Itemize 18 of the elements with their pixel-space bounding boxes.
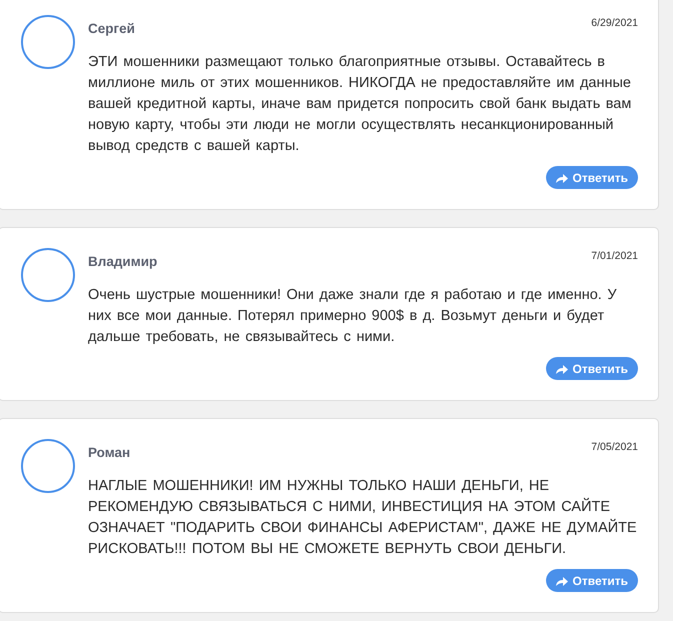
avatar-icon <box>21 439 75 493</box>
reply-arrow-icon <box>556 576 568 586</box>
review-text: НАГЛЫЕ МОШЕННИКИ! ИМ НУЖНЫ ТОЛЬКО НАШИ ДЕНЬГИ, НЕ РЕКОМЕНДУЮ СВЯЗЫВАТЬСЯ С НИМИ, ИНВЕСТИЦИЯ НА ЭТОМ САЙТЕ ОЗНАЧАЕТ "ПОДАРИТЬ СВОИ ФИНАНСЫ АФЕРИСТАМ", ДАЖЕ НЕ ДУМАЙТЕ РИСКОВАТЬ!!! ПОТОМ ВЫ НЕ СМОЖЕТЕ ВЕРНУТЬ СВОИ ДЕНЬГИ. <box>88 477 638 559</box>
review-date: 6/29/2021 <box>591 16 638 31</box>
review-text: ЭТИ мошенники размещают только благоприятные отзывы. Оставайтесь в миллионе миль от этих мошенников. НИКОГДА не предоставляйте им данные вашей кредитной карты, иначе вам придется попросить свой банк выдать вам новую карту, чтобы эти люди не могли осуществлять несанкционированный вывод средств с вашей карты. <box>88 53 632 156</box>
review-date: 7/05/2021 <box>591 440 638 455</box>
author-name: Сергей <box>88 21 135 37</box>
reply-button[interactable]: Ответить <box>546 569 638 592</box>
reply-arrow-icon <box>556 364 568 374</box>
avatar-icon <box>21 15 75 69</box>
author-name: Владимир <box>88 254 158 270</box>
author-name: Роман <box>88 445 130 461</box>
review-date: 7/01/2021 <box>591 249 638 264</box>
avatar-icon <box>21 248 75 302</box>
reply-button[interactable]: Ответить <box>546 166 638 189</box>
review-text: Очень шустрые мошенники! Они даже знали где я работаю и где именно. У них все мои данные. Потерял примерно 900$ в д. Возьмут деньги и будет дальше требовать, не связывайтесь с ними. <box>88 286 618 347</box>
reply-button[interactable]: Ответить <box>546 357 638 380</box>
reply-arrow-icon <box>556 172 568 182</box>
